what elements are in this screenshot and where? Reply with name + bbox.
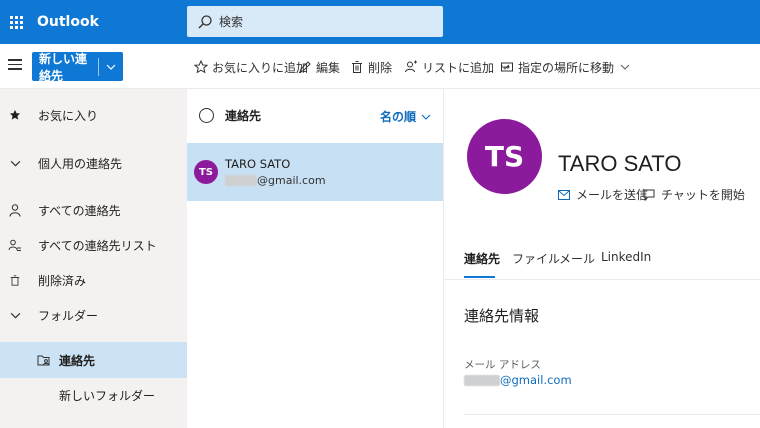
select-all-checkbox[interactable] <box>199 108 214 123</box>
list-header: 連絡先 名の順 <box>187 89 443 142</box>
move-folder-icon <box>501 62 513 72</box>
waffle-icon <box>9 15 23 29</box>
trash-icon <box>8 273 22 287</box>
contact-folder-icon <box>37 353 51 367</box>
search-box[interactable] <box>187 6 443 37</box>
tab-contact[interactable]: 連絡先 <box>464 250 500 267</box>
chevron-down-icon <box>620 64 630 70</box>
tab-files[interactable]: ファイル <box>512 250 560 267</box>
sidebar-item-deleted[interactable]: 削除済み <box>0 262 187 298</box>
start-chat-button[interactable]: チャットを開始 <box>643 186 745 203</box>
chevron-down-icon <box>106 64 116 70</box>
command-bar: 新しい連絡先 お気に入りに追加 編集 削除 リストに追加 指定の場所に移動 <box>0 44 760 89</box>
sidebar-item-favorites[interactable]: お気に入り <box>0 97 187 133</box>
mail-icon <box>558 189 570 200</box>
new-contact-label: 新しい連絡先 <box>39 51 88 83</box>
send-mail-button[interactable]: メールを送信 <box>558 186 648 203</box>
add-to-list-button[interactable]: リストに追加 <box>404 58 510 76</box>
chevron-down-icon <box>8 156 22 170</box>
edit-button[interactable]: 編集 <box>298 58 340 76</box>
delete-button[interactable]: 削除 <box>350 58 392 76</box>
top-bar: Outlook <box>0 0 760 44</box>
sidebar-item-contacts-folder[interactable]: 連絡先 <box>0 342 187 378</box>
move-to-button[interactable]: 指定の場所に移動 <box>500 58 630 76</box>
sidebar-item-all-contact-lists[interactable]: すべての連絡先リスト <box>0 227 187 263</box>
sort-dropdown[interactable]: 名の順 <box>380 108 431 125</box>
sidebar-item-folders[interactable]: フォルダー <box>0 297 187 333</box>
app-launcher-button[interactable] <box>1 0 31 44</box>
contact-list-item[interactable]: TS TARO SATO @gmail.com <box>187 143 443 201</box>
active-tab-indicator <box>464 276 495 278</box>
redacted-text <box>464 374 500 386</box>
left-navigation: お気に入り 個人用の連絡先 すべての連絡先 すべての連絡先リスト 削除済み フォ… <box>0 89 187 428</box>
tab-linkedin[interactable]: LinkedIn <box>601 250 651 264</box>
app-title[interactable]: Outlook <box>37 14 187 30</box>
contact-list-pane: 連絡先 名の順 TS TARO SATO @gmail.com <box>187 89 444 428</box>
star-outline-icon <box>194 60 208 74</box>
trash-icon <box>352 61 362 73</box>
chevron-down-icon <box>8 308 22 322</box>
divider <box>464 414 760 415</box>
search-icon <box>198 14 212 28</box>
contact-email: @gmail.com <box>225 174 326 187</box>
star-icon <box>8 108 22 122</box>
redacted-text <box>225 175 257 186</box>
people-list-icon <box>8 238 22 252</box>
section-title: 連絡先情報 <box>464 307 540 325</box>
contact-detail-pane: TS TARO SATO メールを送信 チャットを開始 連絡先 ファイル メール… <box>444 89 760 428</box>
avatar: TS <box>467 119 542 194</box>
hamburger-menu-icon[interactable] <box>8 59 22 73</box>
avatar: TS <box>194 160 218 184</box>
tab-mail[interactable]: メール <box>559 250 595 267</box>
search-input[interactable] <box>219 14 429 29</box>
new-contact-button[interactable]: 新しい連絡先 <box>32 51 123 83</box>
list-title: 連絡先 <box>225 109 262 123</box>
add-favorite-button[interactable]: お気に入りに追加 <box>194 58 308 76</box>
sidebar-item-personal-contacts[interactable]: 個人用の連絡先 <box>0 145 187 181</box>
person-icon <box>8 203 22 217</box>
contact-name-heading: TARO SATO <box>558 151 682 176</box>
email-label: メール アドレス <box>464 359 541 371</box>
detail-tabs: 連絡先 ファイル メール LinkedIn <box>444 238 760 280</box>
sidebar-item-all-contacts[interactable]: すべての連絡先 <box>0 192 187 228</box>
contact-name: TARO SATO <box>225 157 291 171</box>
new-contact-dropdown[interactable] <box>99 64 123 70</box>
chevron-down-icon <box>421 114 431 120</box>
pencil-icon <box>299 61 311 73</box>
email-link[interactable]: @gmail.com <box>464 373 572 387</box>
chat-icon <box>643 189 655 201</box>
sidebar-item-new-folder[interactable]: 新しいフォルダー <box>0 377 187 413</box>
add-person-list-icon <box>405 60 417 73</box>
